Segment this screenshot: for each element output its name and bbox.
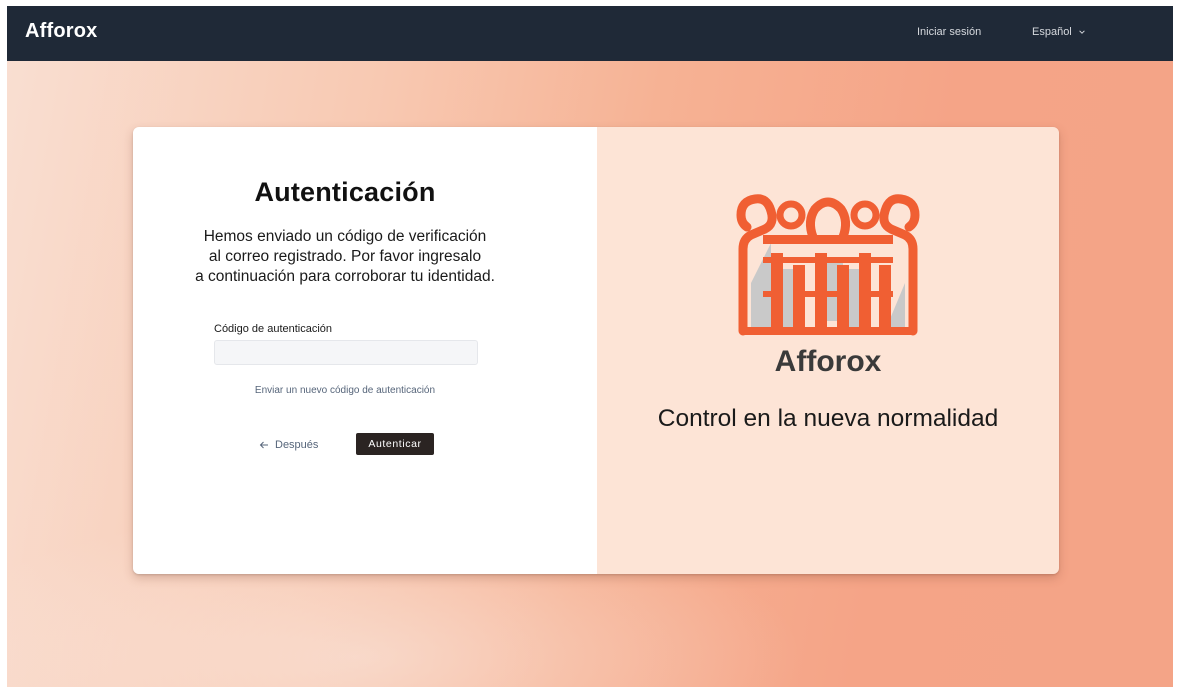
language-selector[interactable]: Español xyxy=(1032,26,1086,38)
resend-code-link[interactable]: Enviar un nuevo código de autenticación xyxy=(133,385,557,396)
arrow-left-icon xyxy=(259,441,268,449)
authenticate-button[interactable]: Autenticar xyxy=(356,433,434,455)
page-background: Afforox Iniciar sesión Español Autentica… xyxy=(7,6,1173,687)
login-link[interactable]: Iniciar sesión xyxy=(917,26,981,38)
back-button-label: Después xyxy=(275,439,319,451)
auth-description: Hemos enviado un código de verificación … xyxy=(153,227,537,287)
logo-wordmark: Afforox xyxy=(774,345,882,378)
description-line: Hemos enviado un código de verificación xyxy=(203,228,487,245)
auth-code-input[interactable] xyxy=(214,340,478,365)
code-field-label: Código de autenticación xyxy=(214,323,333,335)
afforox-logo-icon xyxy=(736,194,920,336)
brand-logo[interactable]: Afforox xyxy=(25,20,98,43)
chevron-down-icon xyxy=(1079,30,1085,34)
page-title: Autenticación xyxy=(254,177,436,207)
top-navbar: Afforox Iniciar sesión Español xyxy=(7,6,1173,61)
description-line: al correo registrado. Por favor ingresal… xyxy=(208,248,482,265)
auth-form-panel: Autenticación Hemos enviado un código de… xyxy=(133,127,597,574)
auth-card: Autenticación Hemos enviado un código de… xyxy=(133,127,1059,574)
language-label: Español xyxy=(1032,26,1072,38)
promo-tagline: Control en la nueva normalidad xyxy=(657,405,999,432)
description-line: a continuación para corroborar tu identi… xyxy=(195,268,495,285)
back-button[interactable]: Después xyxy=(259,439,318,451)
promo-panel: Afforox Control en la nueva normalidad xyxy=(597,127,1059,574)
